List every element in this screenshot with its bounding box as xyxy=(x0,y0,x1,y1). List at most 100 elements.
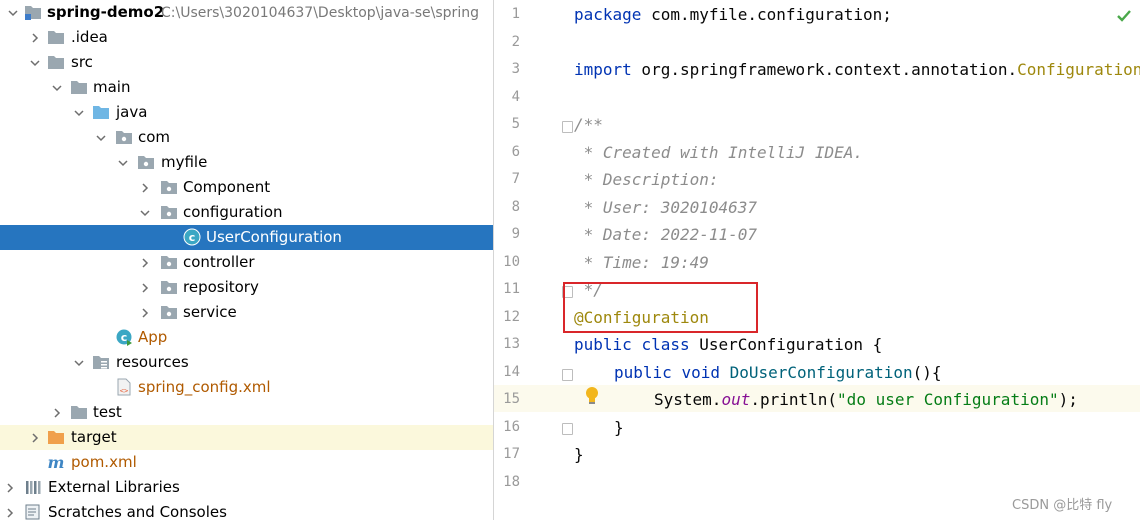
code-token: "do user Configuration" xyxy=(837,390,1059,409)
code-line-3: import org.springframework.context.annot… xyxy=(574,60,1140,79)
fold-marker-icon[interactable] xyxy=(562,369,573,381)
code-token: class xyxy=(641,335,690,354)
code-token: public xyxy=(614,363,672,382)
tree-row-resources[interactable]: resources xyxy=(0,350,493,375)
chevron-down-icon[interactable] xyxy=(52,83,62,93)
tree-row-src[interactable]: src xyxy=(0,50,493,75)
tree-row-repository[interactable]: repository xyxy=(0,275,493,300)
line-number: 15 xyxy=(503,391,520,407)
code-token: com.myfile.configuration; xyxy=(641,5,892,24)
chevron-right-icon[interactable] xyxy=(140,308,150,318)
lightbulb-icon[interactable] xyxy=(584,386,600,406)
chevron-down-icon[interactable] xyxy=(30,58,40,68)
chevron-right-icon[interactable] xyxy=(30,33,40,43)
code-token: void xyxy=(681,363,720,382)
line-number: 4 xyxy=(511,89,520,105)
project-tool-window: spring-demo2 C:\Users\3020104637\Desktop… xyxy=(0,0,493,520)
code-token: public xyxy=(574,335,632,354)
tree-row-user-configuration[interactable]: c UserConfiguration xyxy=(0,225,493,250)
line-number: 9 xyxy=(511,226,520,242)
tree-row-service[interactable]: service xyxy=(0,300,493,325)
folder-icon xyxy=(71,81,87,94)
tree-label-pom: pom.xml xyxy=(71,453,137,471)
code-line-15: System.out.println("do user Configuratio… xyxy=(654,390,1078,409)
chevron-down-icon[interactable] xyxy=(96,133,106,143)
code-editor[interactable]: 1 2 3 4 5 6 7 8 9 10 11 12 13 14 15 16 1… xyxy=(494,0,1140,520)
tree-label-target: target xyxy=(71,428,117,446)
excluded-folder-icon xyxy=(48,431,64,444)
watermark: CSDN @比特 fly xyxy=(1012,498,1113,513)
tree-row-java[interactable]: java xyxy=(0,100,493,125)
module-folder-icon xyxy=(25,6,41,20)
chevron-down-icon[interactable] xyxy=(8,8,18,18)
line-number: 14 xyxy=(503,364,520,380)
svg-text:<>: <> xyxy=(120,387,128,395)
code-line-17: } xyxy=(574,445,584,464)
chevron-down-icon[interactable] xyxy=(140,208,150,218)
code-line-14: public void DoUserConfiguration(){ xyxy=(614,363,942,382)
line-number: 8 xyxy=(511,199,520,215)
chevron-right-icon[interactable] xyxy=(30,433,40,443)
fold-marker-icon[interactable] xyxy=(562,423,573,435)
tree-row-pom[interactable]: m pom.xml xyxy=(0,450,493,475)
code-line-1: package com.myfile.configuration; xyxy=(574,5,892,24)
folder-icon xyxy=(71,406,87,419)
line-number: 5 xyxy=(511,116,520,132)
tree-row-spring-config[interactable]: <> spring_config.xml xyxy=(0,375,493,400)
tree-label-configuration: configuration xyxy=(183,203,283,221)
tree-row-main[interactable]: main xyxy=(0,75,493,100)
tree-row-com[interactable]: com xyxy=(0,125,493,150)
chevron-right-icon[interactable] xyxy=(140,258,150,268)
tree-row-myfile[interactable]: myfile xyxy=(0,150,493,175)
tree-label-scratches: Scratches and Consoles xyxy=(48,503,227,520)
line-number: 2 xyxy=(511,34,520,50)
tree-row-configuration[interactable]: configuration xyxy=(0,200,493,225)
tree-label-src: src xyxy=(71,53,93,71)
tree-label-resources: resources xyxy=(116,353,189,371)
code-line-13: public class UserConfiguration { xyxy=(574,335,882,354)
chevron-down-icon[interactable] xyxy=(74,358,84,368)
tree-label-controller: controller xyxy=(183,253,255,271)
annotation-highlight-box xyxy=(563,282,758,333)
code-line-9: * Date: 2022-11-07 xyxy=(574,225,758,244)
tree-row-external-libraries[interactable]: External Libraries xyxy=(0,475,493,500)
tree-row-idea[interactable]: .idea xyxy=(0,25,493,50)
chevron-right-icon[interactable] xyxy=(5,508,15,518)
tree-label-java: java xyxy=(116,103,148,121)
code-token: (){ xyxy=(912,363,942,382)
svg-text:c: c xyxy=(189,231,196,244)
root-project-name: spring-demo2 xyxy=(47,3,165,21)
chevron-right-icon[interactable] xyxy=(140,183,150,193)
chevron-down-icon[interactable] xyxy=(74,108,84,118)
tree-row-test[interactable]: test xyxy=(0,400,493,425)
line-number: 10 xyxy=(503,254,520,270)
package-icon xyxy=(161,306,177,319)
chevron-right-icon[interactable] xyxy=(5,483,15,493)
library-icon xyxy=(26,481,41,494)
tree-label-repository: repository xyxy=(183,278,259,296)
line-number: 1 xyxy=(511,6,520,22)
tree-label-component: Component xyxy=(183,178,271,196)
fold-marker-icon[interactable] xyxy=(562,121,573,133)
chevron-down-icon[interactable] xyxy=(118,158,128,168)
package-icon xyxy=(161,256,177,269)
code-token: package xyxy=(574,5,642,24)
inspection-ok-icon[interactable] xyxy=(1116,8,1132,24)
code-token: .println( xyxy=(750,390,838,409)
chevron-right-icon[interactable] xyxy=(52,408,62,418)
code-line-6: * Created with IntelliJ IDEA. xyxy=(574,143,863,162)
tree-row-target[interactable]: target xyxy=(0,425,493,450)
scratches-icon xyxy=(25,504,40,520)
code-token: out xyxy=(721,390,751,409)
tree-row-root[interactable]: spring-demo2 C:\Users\3020104637\Desktop… xyxy=(0,0,493,25)
tree-row-app[interactable]: c App xyxy=(0,325,493,350)
svg-text:m: m xyxy=(48,453,65,471)
package-icon xyxy=(138,156,154,169)
chevron-right-icon[interactable] xyxy=(140,283,150,293)
tree-row-controller[interactable]: controller xyxy=(0,250,493,275)
tree-label-app: App xyxy=(138,328,168,346)
tree-row-component[interactable]: Component xyxy=(0,175,493,200)
package-icon xyxy=(161,206,177,219)
tree-row-scratches[interactable]: Scratches and Consoles xyxy=(0,500,493,520)
line-number: 18 xyxy=(503,474,520,490)
